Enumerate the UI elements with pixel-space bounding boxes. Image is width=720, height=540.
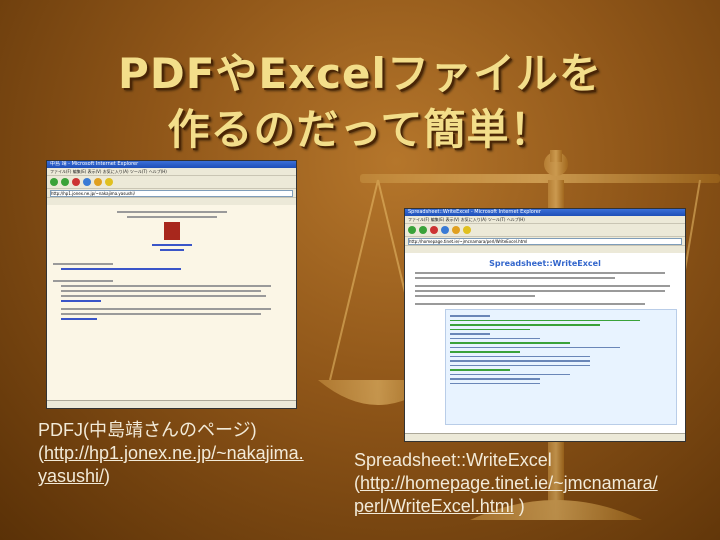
- text-line: [116, 211, 227, 213]
- text-line: [415, 285, 670, 287]
- forward-icon: [61, 178, 69, 186]
- browser-toolbar: [405, 224, 685, 237]
- status-bar: [47, 400, 296, 408]
- slide-title-line1: PDFやExcelファイルを: [118, 49, 602, 98]
- address-bar: http://homepage.tinet.ie/~jmcnamara/perl…: [405, 237, 685, 246]
- writeexcel-browser-screenshot: Spreadsheet::WriteExcel - Microsoft Inte…: [404, 208, 686, 442]
- pdfj-link[interactable]: http://hp1.jonex.ne.jp/~nakajima.: [44, 443, 304, 463]
- link-line: [61, 268, 181, 270]
- close-paren: ): [513, 496, 525, 516]
- text-line: [415, 295, 535, 297]
- text-line: [61, 295, 266, 297]
- text-line: [415, 303, 645, 305]
- slide-title-line2: 作るのだって簡単！: [167, 105, 553, 154]
- home-icon: [94, 178, 102, 186]
- stop-icon: [430, 226, 438, 234]
- code-example: [445, 309, 677, 425]
- back-icon: [408, 226, 416, 234]
- pdfj-caption-title: PDFJ(中島靖さんのページ): [38, 420, 257, 440]
- link-line: [61, 300, 101, 302]
- text-line: [415, 272, 665, 274]
- text-line: [61, 313, 261, 315]
- link-line: [61, 318, 97, 320]
- text-line: [126, 216, 217, 218]
- menu-bar: ファイル(F) 編集(E) 表示(V) お気に入り(A) ツール(T) ヘルプ(…: [405, 216, 685, 224]
- favorites-icon: [105, 178, 113, 186]
- favorites-icon: [463, 226, 471, 234]
- refresh-icon: [83, 178, 91, 186]
- text-line: [61, 285, 271, 287]
- window-title: Spreadsheet::WriteExcel - Microsoft Inte…: [405, 209, 685, 216]
- page-heading: Spreadsheet::WriteExcel: [489, 259, 601, 268]
- window-title: 中島 靖 - Microsoft Internet Explorer: [47, 161, 296, 168]
- address-bar: http://hp1.jonex.ne.jp/~nakajima.yasushi…: [47, 189, 296, 198]
- text-line: [61, 290, 261, 292]
- pdfj-caption: PDFJ(中島靖さんのページ) (http://hp1.jonex.ne.jp/…: [38, 419, 304, 488]
- text-line: [415, 290, 665, 292]
- refresh-icon: [441, 226, 449, 234]
- back-icon: [50, 178, 58, 186]
- close-paren: ): [104, 466, 111, 486]
- browser-toolbar: [47, 176, 296, 189]
- writeexcel-link-cont[interactable]: perl/WriteExcel.html: [354, 496, 514, 516]
- slide: PDFやExcelファイルを 作るのだって簡単！ 中島 靖 - Microsof…: [0, 0, 720, 540]
- address-field: http://homepage.tinet.ie/~jmcnamara/perl…: [408, 237, 682, 245]
- address-field: http://hp1.jonex.ne.jp/~nakajima.yasushi…: [50, 189, 293, 197]
- forward-icon: [419, 226, 427, 234]
- pdfj-browser-screenshot: 中島 靖 - Microsoft Internet Explorer ファイル(…: [46, 160, 297, 409]
- link-line: [159, 249, 184, 251]
- pdfj-link-cont[interactable]: yasushi/: [38, 466, 104, 486]
- seal-image: [163, 222, 180, 240]
- section-heading: [53, 280, 113, 282]
- menu-bar: ファイル(F) 編集(E) 表示(V) お気に入り(A) ツール(T) ヘルプ(…: [47, 168, 296, 176]
- writeexcel-caption: Spreadsheet::WriteExcel (http://homepage…: [354, 449, 658, 518]
- page-content: [47, 205, 296, 401]
- writeexcel-caption-title: Spreadsheet::WriteExcel: [354, 450, 552, 470]
- link-line: [151, 244, 192, 246]
- text-line: [61, 308, 271, 310]
- home-icon: [452, 226, 460, 234]
- text-line: [415, 277, 615, 279]
- page-content: Spreadsheet::WriteExcel: [405, 253, 685, 434]
- section-heading: [53, 263, 113, 265]
- status-bar: [405, 433, 685, 441]
- writeexcel-link[interactable]: http://homepage.tinet.ie/~jmcnamara/: [360, 473, 658, 493]
- stop-icon: [72, 178, 80, 186]
